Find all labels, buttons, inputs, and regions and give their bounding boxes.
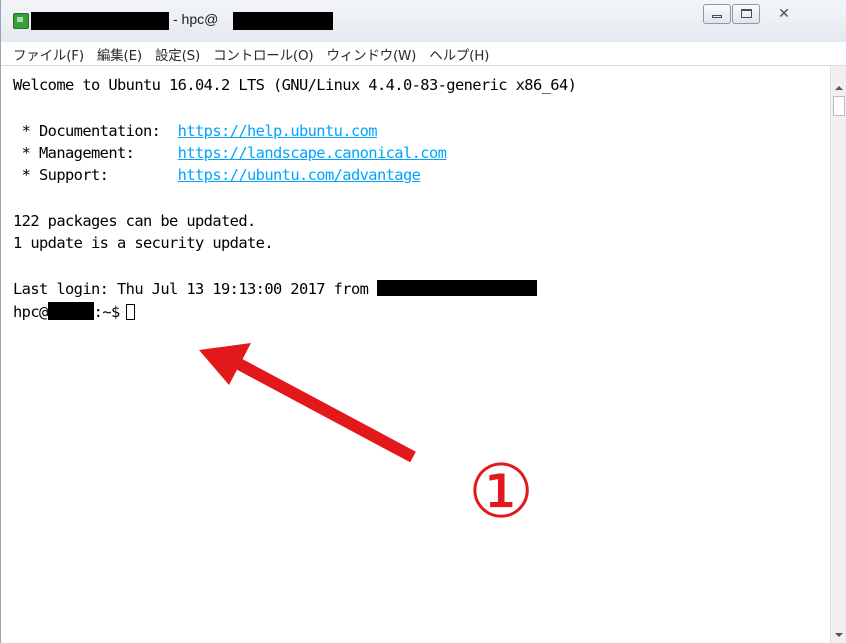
scroll-thumb[interactable] — [833, 96, 845, 116]
security-line: 1 update is a security update. — [13, 234, 274, 252]
text-cursor — [125, 304, 135, 320]
packages-line: 122 packages can be updated. — [13, 212, 256, 230]
maximize-icon — [740, 9, 752, 18]
scroll-up-icon[interactable] — [835, 86, 843, 90]
window-title: - hpc@ — [173, 11, 219, 27]
annotation-step-marker: ① — [467, 449, 535, 535]
welcome-line: Welcome to Ubuntu 16.04.2 LTS (GNU/Linux… — [13, 76, 577, 94]
redacted-title-hostname — [233, 12, 333, 30]
redacted-title-host — [31, 12, 169, 30]
terminal-output[interactable]: Welcome to Ubuntu 16.04.2 LTS (GNU/Linux… — [11, 66, 829, 643]
redacted-login-host — [376, 280, 537, 296]
menu-setup[interactable]: 設定(S) — [155, 44, 200, 64]
documentation-label: * Documentation: — [13, 122, 178, 140]
menu-file[interactable]: ファイル(F) — [13, 44, 84, 64]
minimize-button[interactable] — [703, 4, 731, 24]
scroll-down-icon[interactable] — [835, 633, 843, 637]
last-login-text: Last login: Thu Jul 13 19:13:00 2017 fro… — [13, 280, 377, 298]
prompt-line: hpc@ :~$ — [13, 302, 135, 321]
menu-help[interactable]: ヘルプ(H) — [429, 44, 489, 64]
last-login-line: Last login: Thu Jul 13 19:13:00 2017 fro… — [13, 280, 537, 298]
support-line: * Support: https://ubuntu.com/advantage — [13, 166, 421, 184]
terminal-app-icon[interactable] — [13, 13, 29, 29]
terminal-window: - hpc@ ✕ ファイル(F) 編集(E) 設定(S) コントロール(O) ウ… — [0, 0, 846, 643]
management-link[interactable]: https://landscape.canonical.com — [178, 144, 447, 162]
documentation-link[interactable]: https://help.ubuntu.com — [178, 122, 378, 140]
minimize-icon — [712, 15, 722, 18]
menu-bar: ファイル(F) 編集(E) 設定(S) コントロール(O) ウィンドウ(W) ヘ… — [1, 42, 846, 66]
vertical-scrollbar[interactable] — [830, 66, 846, 643]
title-bar[interactable]: - hpc@ ✕ — [1, 0, 846, 42]
prompt-suffix: :~$ — [93, 303, 121, 321]
support-label: * Support: — [13, 166, 178, 184]
close-icon: ✕ — [778, 6, 790, 22]
menu-window[interactable]: ウィンドウ(W) — [326, 44, 416, 64]
management-line: * Management: https://landscape.canonica… — [13, 144, 447, 162]
redacted-prompt-host — [47, 302, 94, 320]
menu-edit[interactable]: 編集(E) — [97, 44, 142, 64]
maximize-button[interactable] — [732, 4, 760, 24]
support-link[interactable]: https://ubuntu.com/advantage — [178, 166, 421, 184]
management-label: * Management: — [13, 144, 178, 162]
documentation-line: * Documentation: https://help.ubuntu.com — [13, 122, 378, 140]
menu-control[interactable]: コントロール(O) — [213, 44, 314, 64]
close-button[interactable]: ✕ — [761, 4, 807, 24]
prompt-user: hpc@ — [13, 303, 48, 321]
